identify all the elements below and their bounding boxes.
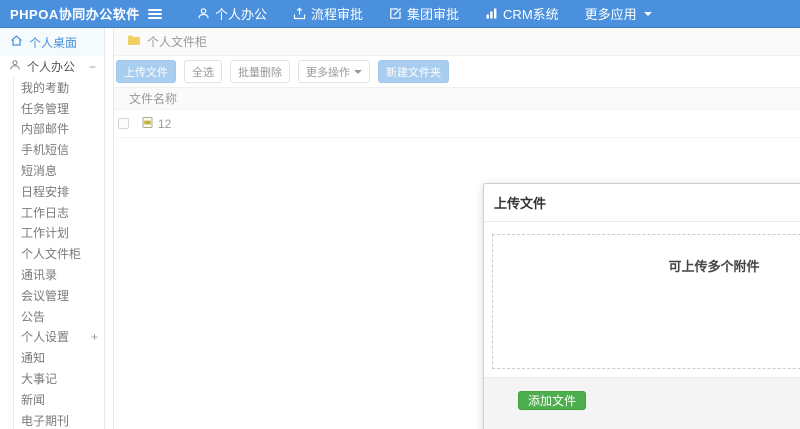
nav-label: CRM系统: [503, 7, 559, 22]
add-file-button[interactable]: 添加文件: [518, 391, 587, 410]
sidebar: 个人桌面 个人办公 − 我的考勤 任务管理 内部邮件 手机短信 短消息 日程安排…: [0, 28, 105, 429]
toolbar: 上传文件 全选 批量删除 更多操作 新建文件夹: [114, 56, 800, 87]
sidebar-item-work-plan[interactable]: 工作计划: [14, 223, 104, 244]
user-icon: [197, 7, 210, 20]
nav-item-more-apps[interactable]: 更多应用: [572, 0, 665, 28]
expand-plus-icon[interactable]: +: [91, 330, 98, 344]
column-header-file-name: 文件名称: [129, 92, 178, 106]
batch-delete-button[interactable]: 批量删除: [230, 60, 290, 83]
sidebar-item-meeting-management[interactable]: 会议管理: [14, 285, 104, 306]
collapse-minus-icon[interactable]: −: [89, 60, 96, 74]
sidebar-item-schedule[interactable]: 日程安排: [14, 181, 104, 202]
sidebar-group-label: 个人办公: [27, 60, 76, 74]
file-name: 12: [158, 116, 172, 131]
home-icon: [10, 34, 23, 50]
modal-body: 可上传多个附件: [484, 222, 800, 377]
app-brand: PHPOA协同办公软件: [10, 7, 140, 22]
breadcrumb-label: 个人文件柜: [147, 35, 208, 49]
sidebar-item-internal-mail[interactable]: 内部邮件: [14, 119, 104, 140]
breadcrumb: 个人文件柜: [114, 28, 800, 56]
file-table-header: 文件名称: [114, 87, 800, 110]
select-all-button[interactable]: 全选: [184, 60, 222, 83]
sidebar-item-contacts[interactable]: 通讯录: [14, 264, 104, 285]
sidebar-item-mobile-sms[interactable]: 手机短信: [14, 139, 104, 160]
top-navbar: PHPOA协同办公软件 个人办公 流程审批 集团审批 CRM系统 更多应用: [0, 0, 800, 28]
nav-item-group-approval[interactable]: 集团审批: [376, 0, 472, 28]
modal-title: 上传文件: [484, 184, 800, 222]
nav-label: 更多应用: [584, 7, 637, 22]
upload-file-button[interactable]: 上传文件: [116, 60, 176, 83]
sidebar-item-e-journal[interactable]: 电子期刊: [14, 410, 104, 429]
folder-icon: [127, 34, 141, 49]
nav-item-personal-office[interactable]: 个人办公: [184, 0, 280, 28]
sidebar-item-label: 个人桌面: [29, 35, 78, 50]
sidebar-item-work-log[interactable]: 工作日志: [14, 202, 104, 223]
nav-label: 流程审批: [311, 7, 364, 22]
caret-down-icon: [354, 69, 362, 74]
modal-footer: 添加文件: [484, 377, 800, 429]
user-icon: [9, 59, 21, 74]
sidebar-item-attendance[interactable]: 我的考勤: [14, 77, 104, 98]
sidebar-scrollbar-gutter[interactable]: [105, 28, 113, 429]
sidebar-item-news[interactable]: 新闻: [14, 389, 104, 410]
nav-item-workflow-approval[interactable]: 流程审批: [280, 0, 376, 28]
sidebar-item-personal-settings[interactable]: 个人设置 +: [14, 327, 104, 348]
sidebar-item-notification[interactable]: 通知: [14, 347, 104, 368]
nav-item-crm[interactable]: CRM系统: [472, 0, 572, 28]
upload-file-modal: 上传文件 可上传多个附件 添加文件: [483, 183, 800, 429]
sidebar-submenu: 我的考勤 任务管理 内部邮件 手机短信 短消息 日程安排 工作日志 工作计划 个…: [13, 77, 104, 429]
nav-label: 个人办公: [215, 7, 268, 22]
dropzone-hint: 可上传多个附件: [668, 259, 760, 274]
more-operations-dropdown[interactable]: 更多操作: [298, 60, 370, 83]
table-row[interactable]: 12: [114, 110, 800, 138]
upload-dropzone[interactable]: 可上传多个附件: [492, 234, 800, 369]
edit-icon: [389, 7, 402, 20]
sidebar-item-personal-file-cabinet[interactable]: 个人文件柜: [14, 243, 104, 264]
cabinet-icon: [141, 116, 154, 132]
upload-icon: [293, 7, 306, 20]
nav-label: 集团审批: [407, 7, 460, 22]
sidebar-group-personal-office[interactable]: 个人办公 −: [0, 56, 104, 77]
caret-down-icon: [643, 11, 652, 16]
bar-chart-icon: [485, 7, 498, 20]
sidebar-item-short-message[interactable]: 短消息: [14, 160, 104, 181]
new-folder-button[interactable]: 新建文件夹: [378, 60, 449, 83]
sidebar-item-announcement[interactable]: 公告: [14, 306, 104, 327]
sidebar-item-task-management[interactable]: 任务管理: [14, 98, 104, 119]
row-checkbox[interactable]: [118, 118, 129, 129]
sidebar-item-memorabilia[interactable]: 大事记: [14, 368, 104, 389]
menu-toggle-button[interactable]: [140, 8, 170, 19]
sidebar-item-personal-desktop[interactable]: 个人桌面: [0, 28, 104, 56]
